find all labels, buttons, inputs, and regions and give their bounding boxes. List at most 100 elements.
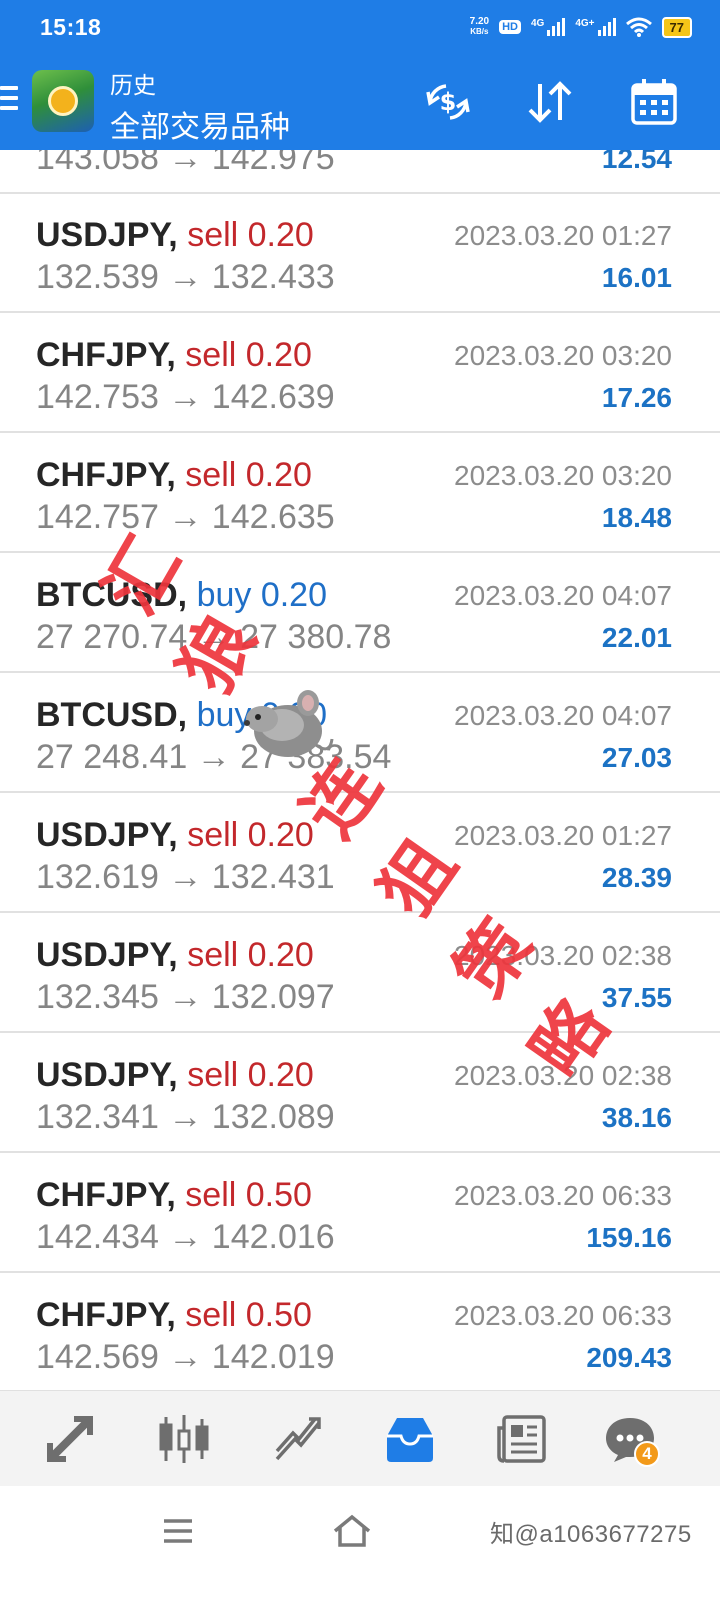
trade-profit: 12.54 <box>601 150 672 174</box>
trade-symbol: USDJPY, <box>36 216 178 254</box>
signal-icon-2: 4G+ <box>575 18 616 36</box>
network-speed-unit: KB/s <box>470 27 489 36</box>
trade-row[interactable]: BTCUSD, buy 0.20 27 248.41 → 27 383.54 2… <box>0 674 720 793</box>
trade-prices: 132.539 → 132.433 <box>36 258 335 296</box>
menu-icon[interactable] <box>0 86 18 112</box>
chart-icon[interactable] <box>152 1409 216 1469</box>
trade-title: USDJPY, sell 0.20 <box>36 216 314 255</box>
network-speed-value: 7.20 <box>469 16 490 27</box>
trade-title: USDJPY, sell 0.20 <box>36 816 314 855</box>
trade-title: BTCUSD, buy 0.20 <box>36 696 327 735</box>
trade-profit: 22.01 <box>601 622 672 653</box>
trade-row[interactable]: 143.058 → 142.975 12.54 <box>0 150 720 194</box>
trade-row[interactable]: USDJPY, sell 0.20 132.539 → 132.433 2023… <box>0 194 720 313</box>
trade-row[interactable]: USDJPY, sell 0.20 132.341 → 132.089 2023… <box>0 1034 720 1153</box>
chat-badge: 4 <box>634 1441 660 1467</box>
status-icons: 7.20 KB/s HD 4G 4G+ 77 <box>470 14 692 40</box>
trade-type: buy 0.20 <box>196 576 328 614</box>
trade-title: USDJPY, sell 0.20 <box>36 936 314 975</box>
trade-time: 2023.03.20 06:33 <box>454 1300 672 1331</box>
trade-profit: 16.01 <box>601 262 672 293</box>
trade-type: sell 0.50 <box>185 1176 312 1214</box>
trade-time: 2023.03.20 01:27 <box>454 220 672 251</box>
network-speed: 7.20 KB/s <box>470 17 489 37</box>
app-logo <box>32 70 94 132</box>
trade-prices: 143.058 → 142.975 <box>36 150 335 177</box>
trade-profit: 27.03 <box>601 742 672 773</box>
trade-time: 2023.03.20 03:20 <box>454 460 672 491</box>
wifi-icon <box>625 17 652 37</box>
header-subtitle: 历史 <box>110 72 156 98</box>
svg-text:$: $ <box>440 88 457 116</box>
trade-time: 2023.03.20 04:07 <box>454 580 672 611</box>
trade-title: CHFJPY, sell 0.50 <box>36 1296 312 1335</box>
trade-symbol: BTCUSD, <box>36 576 188 614</box>
credit-text: 知@a1063677275 <box>490 1521 692 1548</box>
trade-type: sell 0.20 <box>185 336 312 374</box>
battery-icon: 77 <box>661 16 692 38</box>
trade-type: sell 0.20 <box>187 936 314 974</box>
history-icon[interactable] <box>378 1409 442 1469</box>
trade-type: sell 0.20 <box>187 816 314 854</box>
menu-icon[interactable] <box>148 1506 208 1556</box>
trade-profit: 17.26 <box>601 382 672 413</box>
trade-time: 2023.03.20 03:20 <box>454 340 672 371</box>
status-time: 15:18 <box>40 14 102 40</box>
trade-prices: 142.757 → 142.635 <box>36 498 335 536</box>
hd-icon: HD <box>499 20 521 34</box>
trade-time: 2023.03.20 04:07 <box>454 700 672 731</box>
trade-prices: 132.619 → 132.431 <box>36 858 335 896</box>
trade-history-list[interactable]: 143.058 → 142.975 12.54 USDJPY, sell 0.2… <box>0 150 720 1390</box>
trade-row[interactable]: CHFJPY, sell 0.50 142.569 → 142.019 2023… <box>0 1274 720 1390</box>
trade-time: 2023.03.20 02:38 <box>454 1060 672 1091</box>
quotes-icon[interactable] <box>38 1409 102 1469</box>
trade-profit: 18.48 <box>601 502 672 533</box>
trade-symbol: USDJPY, <box>36 936 178 974</box>
trade-profit: 37.55 <box>601 982 672 1013</box>
trade-symbol: USDJPY, <box>36 816 178 854</box>
trade-profit: 28.39 <box>601 862 672 893</box>
status-bar: 15:18 7.20 KB/s HD 4G 4G+ 77 <box>0 0 720 56</box>
trade-row[interactable]: CHFJPY, sell 0.50 142.434 → 142.016 2023… <box>0 1154 720 1273</box>
trade-row[interactable]: CHFJPY, sell 0.20 142.753 → 142.639 2023… <box>0 314 720 433</box>
trade-title: CHFJPY, sell 0.20 <box>36 336 312 375</box>
trade-row[interactable]: CHFJPY, sell 0.20 142.757 → 142.635 2023… <box>0 434 720 553</box>
trade-symbol: CHFJPY, <box>36 1176 176 1214</box>
chat-icon[interactable]: 4 <box>598 1409 662 1469</box>
trade-row[interactable]: BTCUSD, buy 0.20 27 270.74 → 27 380.78 2… <box>0 554 720 673</box>
system-nav: 知@a1063677275 <box>0 1486 720 1600</box>
trade-title: USDJPY, sell 0.20 <box>36 1056 314 1095</box>
trade-prices: 27 248.41 → 27 383.54 <box>36 738 392 776</box>
trade-prices: 142.753 → 142.639 <box>36 378 335 416</box>
home-icon[interactable] <box>322 1506 382 1556</box>
trade-prices: 27 270.74 → 27 380.78 <box>36 618 392 656</box>
trade-symbol: CHFJPY, <box>36 336 176 374</box>
header-title[interactable]: 全部交易品种 <box>110 102 290 146</box>
trade-row[interactable]: USDJPY, sell 0.20 132.619 → 132.431 2023… <box>0 794 720 913</box>
signal-label: 4G <box>531 18 545 29</box>
trade-prices: 142.569 → 142.019 <box>36 1338 335 1376</box>
currency-exchange-icon[interactable]: $ <box>420 74 476 130</box>
signal-label-2: 4G+ <box>575 18 595 29</box>
trade-type: buy 0.20 <box>196 696 328 734</box>
trade-time: 2023.03.20 02:38 <box>454 940 672 971</box>
trade-type: sell 0.20 <box>187 216 314 254</box>
trade-symbol: CHFJPY, <box>36 456 176 494</box>
trade-icon[interactable] <box>266 1409 330 1469</box>
calendar-icon[interactable] <box>626 74 682 130</box>
trade-title: CHFJPY, sell 0.20 <box>36 456 312 495</box>
trade-symbol: BTCUSD, <box>36 696 188 734</box>
trade-time: 2023.03.20 01:27 <box>454 820 672 851</box>
news-icon[interactable] <box>490 1409 554 1469</box>
trade-prices: 132.341 → 132.089 <box>36 1098 335 1136</box>
trade-type: sell 0.50 <box>185 1296 312 1334</box>
app-header: 历史 全部交易品种 $ <box>0 56 720 150</box>
trade-prices: 132.345 → 132.097 <box>36 978 335 1016</box>
trade-profit: 159.16 <box>586 1222 672 1253</box>
trade-profit: 38.16 <box>601 1102 672 1133</box>
trade-symbol: CHFJPY, <box>36 1296 176 1334</box>
trade-type: sell 0.20 <box>187 1056 314 1094</box>
trade-row[interactable]: USDJPY, sell 0.20 132.345 → 132.097 2023… <box>0 914 720 1033</box>
trade-title: BTCUSD, buy 0.20 <box>36 576 327 615</box>
sort-icon[interactable] <box>522 74 578 130</box>
